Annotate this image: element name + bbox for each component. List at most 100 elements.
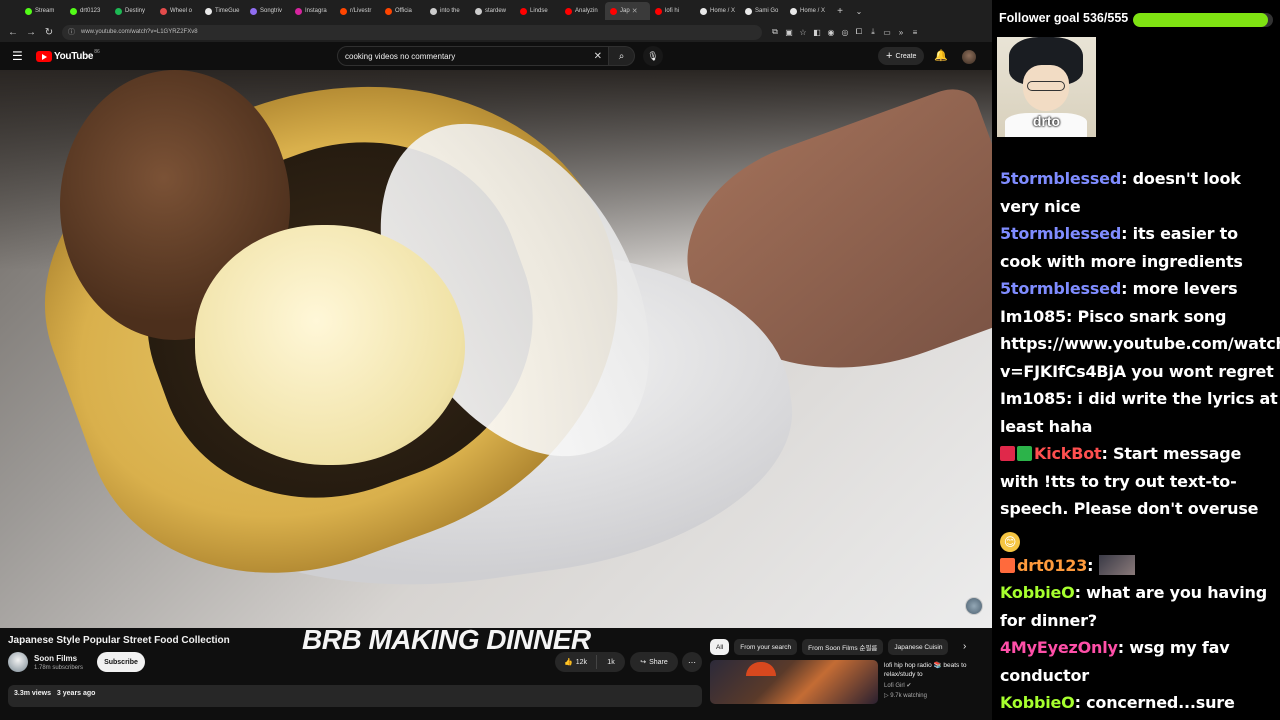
- description-box[interactable]: 3.3m views 3 years ago: [8, 685, 702, 707]
- chat-username: KickBot: [1034, 444, 1102, 463]
- browser-tab[interactable]: stardew: [470, 2, 515, 20]
- browser-tab[interactable]: lofi hi: [650, 2, 695, 20]
- url-field[interactable]: ⓘ www.youtube.com/watch?v=L1GYRZ2FXv8: [62, 24, 762, 40]
- address-bar: ← → ↻ ⓘ www.youtube.com/watch?v=L1GYRZ2F…: [0, 22, 992, 42]
- clear-search-icon[interactable]: ✕: [594, 51, 602, 62]
- channel-watermark-icon[interactable]: [965, 597, 983, 615]
- reload-icon[interactable]: ↻: [40, 27, 58, 38]
- chat-message: 5tormblessed: its easier to cook with mo…: [1000, 220, 1278, 275]
- download-icon[interactable]: ⤓: [866, 27, 880, 37]
- account-avatar[interactable]: [962, 50, 976, 64]
- youtube-logo[interactable]: YouTube 86: [36, 49, 100, 62]
- subscribe-button[interactable]: Subscribe: [97, 652, 145, 672]
- chat-username: KobbieO: [1000, 693, 1075, 712]
- browser-tab[interactable]: into the: [425, 2, 470, 20]
- filter-chip[interactable]: From Soon Films 순필름: [802, 639, 884, 655]
- browser-tab[interactable]: Instagra: [290, 2, 335, 20]
- chat-username: drt0123: [1017, 555, 1088, 575]
- browser-tab[interactable]: Home / X: [785, 2, 830, 20]
- channel-name[interactable]: Soon Films: [34, 654, 77, 663]
- country-code: 86: [94, 49, 100, 55]
- recommended-thumbnail[interactable]: [710, 660, 878, 704]
- extension-icon[interactable]: ◎: [838, 28, 852, 37]
- chat-badge-icon: [1017, 446, 1032, 461]
- share-icon: ↪: [640, 659, 647, 666]
- tab-favicon-icon: [340, 7, 347, 15]
- chat-username: KobbieO: [1000, 583, 1075, 602]
- chat-badge-icon: [1000, 557, 1015, 573]
- browser-tab[interactable]: Stream: [20, 2, 65, 20]
- tab-favicon-icon: [70, 7, 77, 15]
- tab-label: Sami Go: [755, 8, 779, 14]
- tab-favicon-icon: [520, 7, 527, 15]
- puzzle-icon[interactable]: ⧠: [852, 27, 866, 37]
- like-count: 12k: [575, 658, 587, 666]
- menu-icon[interactable]: ≡: [908, 28, 922, 37]
- sidebar-icon[interactable]: ▭: [880, 28, 894, 37]
- screenshot-icon[interactable]: ▣: [782, 28, 796, 37]
- tab-label: Lindse: [530, 8, 548, 14]
- tab-list-chevron-icon[interactable]: ⌄: [850, 7, 868, 16]
- search-button[interactable]: ⌕: [609, 46, 635, 66]
- youtube-play-icon: [36, 50, 52, 62]
- back-icon[interactable]: ←: [4, 27, 22, 38]
- browser-tab[interactable]: Jap ✕: [605, 2, 650, 20]
- create-label: Create: [895, 52, 917, 60]
- upload-age: 3 years ago: [56, 690, 96, 697]
- video-player[interactable]: [0, 70, 992, 628]
- more-tools-icon[interactable]: »: [894, 28, 908, 37]
- create-button[interactable]: + Create: [878, 47, 925, 65]
- chat-separator: :: [1074, 583, 1087, 602]
- new-tab-icon[interactable]: +: [830, 6, 850, 17]
- chevron-right-icon[interactable]: ›: [963, 641, 966, 652]
- url-text: www.youtube.com/watch?v=L1GYRZ2FXv8: [81, 29, 198, 35]
- dislike-button[interactable]: 1k: [597, 659, 625, 666]
- chat-message: Im1085: Pisco snark song https://www.you…: [1000, 303, 1280, 386]
- close-tab-icon[interactable]: ✕: [632, 7, 638, 15]
- browser-tab[interactable]: Officia: [380, 2, 425, 20]
- filter-chip[interactable]: All: [710, 639, 730, 655]
- browser-tab[interactable]: Destiny: [110, 2, 155, 20]
- browser-tab[interactable]: Sami Go: [740, 2, 785, 20]
- tab-favicon-icon: [205, 7, 212, 15]
- browser-tab[interactable]: TimeGue: [200, 2, 245, 20]
- filter-chip[interactable]: Japanese Cuisin: [888, 639, 949, 655]
- view-count: 3.3m views: [14, 690, 51, 697]
- browser-tab[interactable]: Wheel o: [155, 2, 200, 20]
- site-info-icon[interactable]: ⓘ: [68, 27, 78, 37]
- microphone-icon: 🎙: [647, 50, 659, 61]
- share-button[interactable]: ↪ Share: [630, 652, 678, 672]
- extension-icon[interactable]: ◧: [810, 28, 824, 37]
- filter-chip[interactable]: From your search: [734, 639, 798, 655]
- cast-icon[interactable]: ⧉: [768, 27, 782, 37]
- extension-icon[interactable]: ◉: [824, 28, 838, 37]
- browser-tab[interactable]: Lindse: [515, 2, 560, 20]
- more-actions-button[interactable]: ⋯: [682, 652, 702, 672]
- bookmark-star-icon[interactable]: ☆: [796, 28, 810, 37]
- browser-tab[interactable]: Analyzin: [560, 2, 605, 20]
- chat-username: 5tormblessed: [1000, 224, 1122, 243]
- voice-search-button[interactable]: 🎙: [643, 46, 663, 66]
- browser-tab[interactable]: r/Livestr: [335, 2, 380, 20]
- tab-bar: Stream drt0123 Destiny Wheel o TimeGue Songtr…: [0, 0, 992, 22]
- notifications-bell-icon[interactable]: 🔔: [934, 49, 948, 62]
- browser-tab[interactable]: Songtriv: [245, 2, 290, 20]
- search-input[interactable]: cooking videos no commentary ✕: [337, 46, 609, 66]
- watching-count: 9.7k watching: [890, 693, 927, 699]
- hamburger-menu-icon[interactable]: ☰: [12, 49, 26, 63]
- avatar-glasses: [1027, 81, 1065, 91]
- channel-avatar[interactable]: [8, 652, 28, 672]
- forward-icon[interactable]: →: [22, 27, 40, 38]
- browser-tab[interactable]: Home / X: [695, 2, 740, 20]
- recommended-title[interactable]: lofi hip hop radio 📚 beats to relax/stud…: [884, 661, 984, 679]
- tab-favicon-icon: [25, 7, 32, 15]
- chat-message: KobbieO: what are you having for dinner?: [1000, 579, 1278, 634]
- chat-message: 5tormblessed: more levers: [1000, 275, 1278, 303]
- like-button[interactable]: 👍 12k: [555, 655, 597, 669]
- follower-goal-text: Follower goal 536/555: [999, 11, 1129, 25]
- recommended-channel[interactable]: Lofi Girl ✔: [884, 682, 911, 689]
- browser-tab[interactable]: drt0123: [65, 2, 110, 20]
- tab-label: into the: [440, 8, 460, 14]
- recommendation-chips: All From your search From Soon Films 순필름 Ja…: [710, 639, 953, 655]
- tab-label: stardew: [485, 8, 507, 14]
